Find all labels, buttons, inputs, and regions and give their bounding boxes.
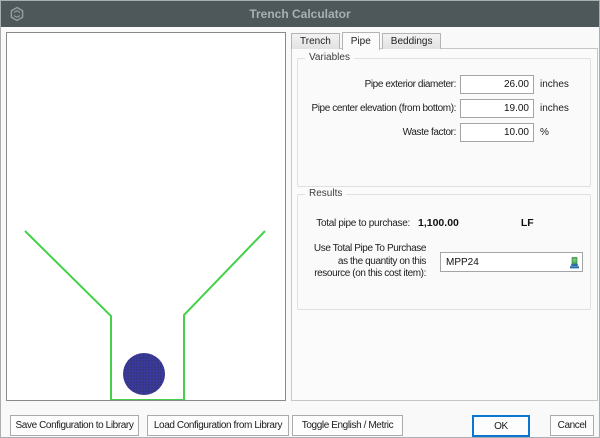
variables-groupbox: Variables Pipe exterior diameter: inches… [297,52,591,187]
trench-calculator-dialog: Trench Calculator Trench Pipe Beddings V… [0,0,600,438]
results-group-label: Results [305,188,347,199]
field-row-pipe-center-elevation: Pipe center elevation (from bottom): inc… [302,99,586,118]
resource-row: Use Total Pipe To Purchase as the quanti… [302,243,586,281]
pipe-exterior-diameter-label: Pipe exterior diameter: [364,79,457,90]
ok-button[interactable]: OK [472,415,530,437]
tab-trench[interactable]: Trench [291,33,340,49]
total-pipe-row: Total pipe to purchase: 1,100.00 LF [302,217,586,229]
save-configuration-button[interactable]: Save Configuration to Library [10,415,139,436]
toggle-english-metric-button[interactable]: Toggle English / Metric [292,415,403,436]
total-pipe-unit: LF [520,217,534,229]
tab-beddings[interactable]: Beddings [381,33,442,49]
resource-label: Use Total Pipe To Purchase as the quanti… [313,243,426,279]
variables-group-label: Variables [305,52,354,63]
resource-picker-icon[interactable] [569,256,580,269]
resource-field [440,252,583,273]
pipe-center-elevation-unit: inches [540,103,569,114]
results-groupbox: Results Total pipe to purchase: 1,100.00… [297,188,591,310]
resource-input[interactable] [440,252,583,273]
pipe-center-elevation-input[interactable] [460,99,534,118]
pipe-center-elevation-label: Pipe center elevation (from bottom): [311,103,456,114]
waste-factor-input[interactable] [460,123,534,142]
tab-pipe[interactable]: Pipe [341,32,380,50]
waste-factor-unit: % [540,127,549,138]
pipe-circle-texture [123,353,165,395]
titlebar[interactable]: Trench Calculator [1,1,599,27]
field-row-pipe-exterior-diameter: Pipe exterior diameter: inches [302,75,586,94]
total-pipe-value: 1,100.00 [418,217,459,229]
waste-factor-label: Waste factor: [402,127,457,138]
trench-diagram-canvas [6,32,286,401]
tabstrip: Trench Pipe Beddings [291,32,443,50]
window-title: Trench Calculator [249,7,351,21]
total-pipe-label: Total pipe to purchase: [316,218,410,229]
trench-diagram [24,230,266,400]
pipe-tab-page: Variables Pipe exterior diameter: inches… [291,48,598,401]
pipe-exterior-diameter-unit: inches [540,79,569,90]
cancel-button[interactable]: Cancel [550,415,594,436]
field-row-waste-factor: Waste factor: % [302,123,586,142]
load-configuration-button[interactable]: Load Configuration from Library [147,415,289,436]
pipe-exterior-diameter-input[interactable] [460,75,534,94]
